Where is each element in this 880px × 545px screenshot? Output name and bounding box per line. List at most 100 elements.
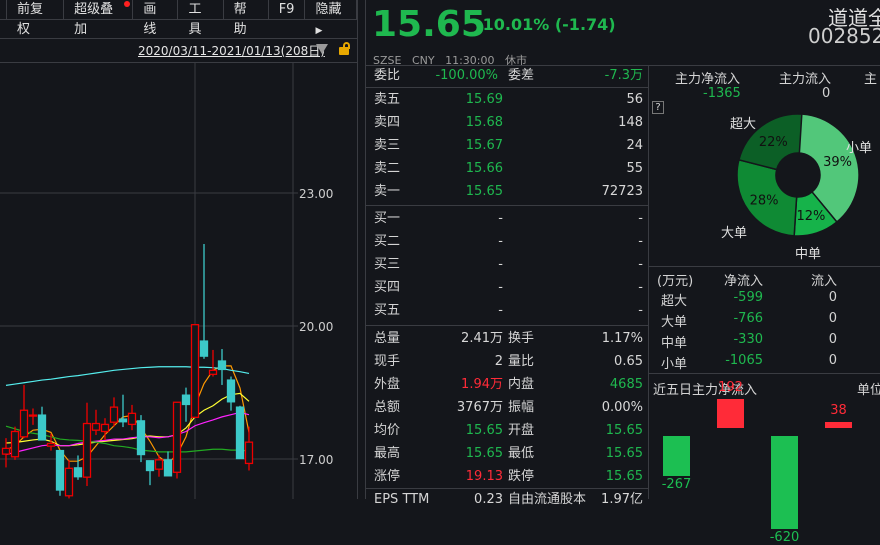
flow-table-cell: -766 [733,311,763,326]
label: 卖二 [374,161,401,176]
bid-row[interactable]: 买二 - - [368,230,648,253]
ask-volume: 72723 [601,184,643,199]
bid-row[interactable]: 买三 - - [368,253,648,276]
flow-table-cell: -599 [733,290,763,305]
stat-value: 19.13 [465,469,503,484]
candle[interactable] [28,408,38,425]
ask-volume: 148 [618,115,643,130]
ask-row[interactable]: 卖五 15.69 56 [368,88,648,111]
stat-value: 1.97亿 [601,492,643,507]
divider [649,373,880,374]
pie-pct-label: 12% [797,209,826,224]
pie-category-label: 小单 [846,141,872,156]
candle[interactable] [199,243,209,359]
toolbar-item[interactable]: F9 [269,0,306,20]
label: 买五 [374,303,401,318]
ask-row[interactable]: 卖一 15.65 72723 [368,180,648,203]
ask-row[interactable]: 卖二 15.66 55 [368,157,648,180]
expand-arrow-icon: ▶ [315,25,323,36]
label: 总额 [374,400,401,415]
candle[interactable] [118,394,128,428]
label: 涨停 [374,469,401,484]
stat-row: 现手 2 量比 0.65 [368,350,648,373]
flow-table-cell: -330 [733,332,763,347]
toolbar-item[interactable]: 工具 [178,0,224,37]
pie-pct-label: 39% [823,155,852,170]
pie-category-label: 中单 [795,247,821,262]
five-day-label: 192 [718,380,743,396]
divider [365,0,366,499]
ask-row[interactable]: 卖三 15.67 24 [368,134,648,157]
candle[interactable] [82,402,92,487]
toolbar-item[interactable]: 前复权 [6,0,65,37]
bid-row[interactable]: 买四 - - [368,276,648,299]
label: 最高 [374,446,401,461]
candle[interactable] [145,460,155,486]
ask-row[interactable]: 卖四 15.68 148 [368,111,648,134]
toolbar-item[interactable]: 超级叠加 [64,0,134,37]
candle[interactable] [91,409,101,436]
label: 卖三 [374,138,401,153]
candle[interactable] [217,349,227,385]
main-outflow-label: 主 [864,72,878,87]
candle[interactable] [109,397,119,427]
lock-icon[interactable] [339,42,350,55]
label: 买一 [374,211,401,226]
candle[interactable] [163,451,173,477]
toolbar: 前复权 超级叠加 画线 工具 帮助 F9 隐藏 ▶ [0,0,357,37]
candle[interactable] [172,401,182,479]
five-day-label: -620 [769,529,800,545]
candle[interactable] [19,384,29,439]
label: 委比 [374,68,401,83]
candle[interactable] [181,387,191,422]
label: 均价 [374,423,401,438]
candle[interactable] [208,349,218,377]
bid-volume: - [638,280,643,295]
label: 卖一 [374,184,401,199]
stat-value: 1.17% [601,331,643,346]
toolbar-item-label: 隐藏 [315,1,342,17]
toolbar-item[interactable]: 画线 [133,0,179,37]
y-tick-label: 23.00 [299,187,333,201]
label: EPS TTM [374,492,430,507]
candle[interactable] [55,449,65,496]
label: 总量 [374,331,401,346]
dropdown-triangle-icon[interactable] [316,44,328,54]
ask-volume: 56 [626,92,643,107]
toolbar-item[interactable]: 隐藏 ▶ [305,0,357,36]
candlestick-chart[interactable]: 23.00 20.00 17.00 [0,63,357,499]
main-net-inflow-value: -1365 [703,86,741,101]
candle[interactable] [100,418,110,440]
divider [0,38,357,39]
candle[interactable] [127,404,137,431]
stat-value: 15.65 [465,423,503,438]
fund-flow-pie: 39%小单 12% 中单 28% 大单 22%超大 [721,113,872,262]
candle[interactable] [226,376,236,411]
candle[interactable] [136,415,146,463]
flow-table-cell: 中单 [661,336,688,351]
candle[interactable] [235,405,245,460]
stock-code: 002852 [808,24,880,48]
candle[interactable] [64,459,74,499]
wei-bi-row: 委比 -100.00% 委差 -7.3万 [368,64,648,87]
stat-row: 均价 15.65 开盘 15.65 [368,419,648,442]
ask-price: 15.68 [465,115,503,130]
bid-volume: - [638,303,643,318]
candle[interactable] [10,426,20,460]
candle[interactable] [244,426,254,471]
date-range-link[interactable]: 2020/03/11-2021/01/13(208日) [138,42,325,59]
toolbar-item-label: 画线 [143,1,157,37]
toolbar-item[interactable]: 帮助 [224,0,269,37]
pie-category-label: 大单 [721,226,747,241]
flow-table-header: 流入 [810,274,837,289]
stat-value: 0.00% [601,400,643,415]
ask-price: 15.69 [465,92,503,107]
divider [366,325,648,326]
bid-row[interactable]: 买一 - - [368,207,648,230]
stat-row: 总额 3767万 振幅 0.00% [368,396,648,419]
label: 内盘 [508,377,535,392]
candle[interactable] [37,406,47,441]
candle[interactable] [190,324,200,418]
bid-row[interactable]: 买五 - - [368,299,648,322]
bid-price: - [498,303,503,318]
